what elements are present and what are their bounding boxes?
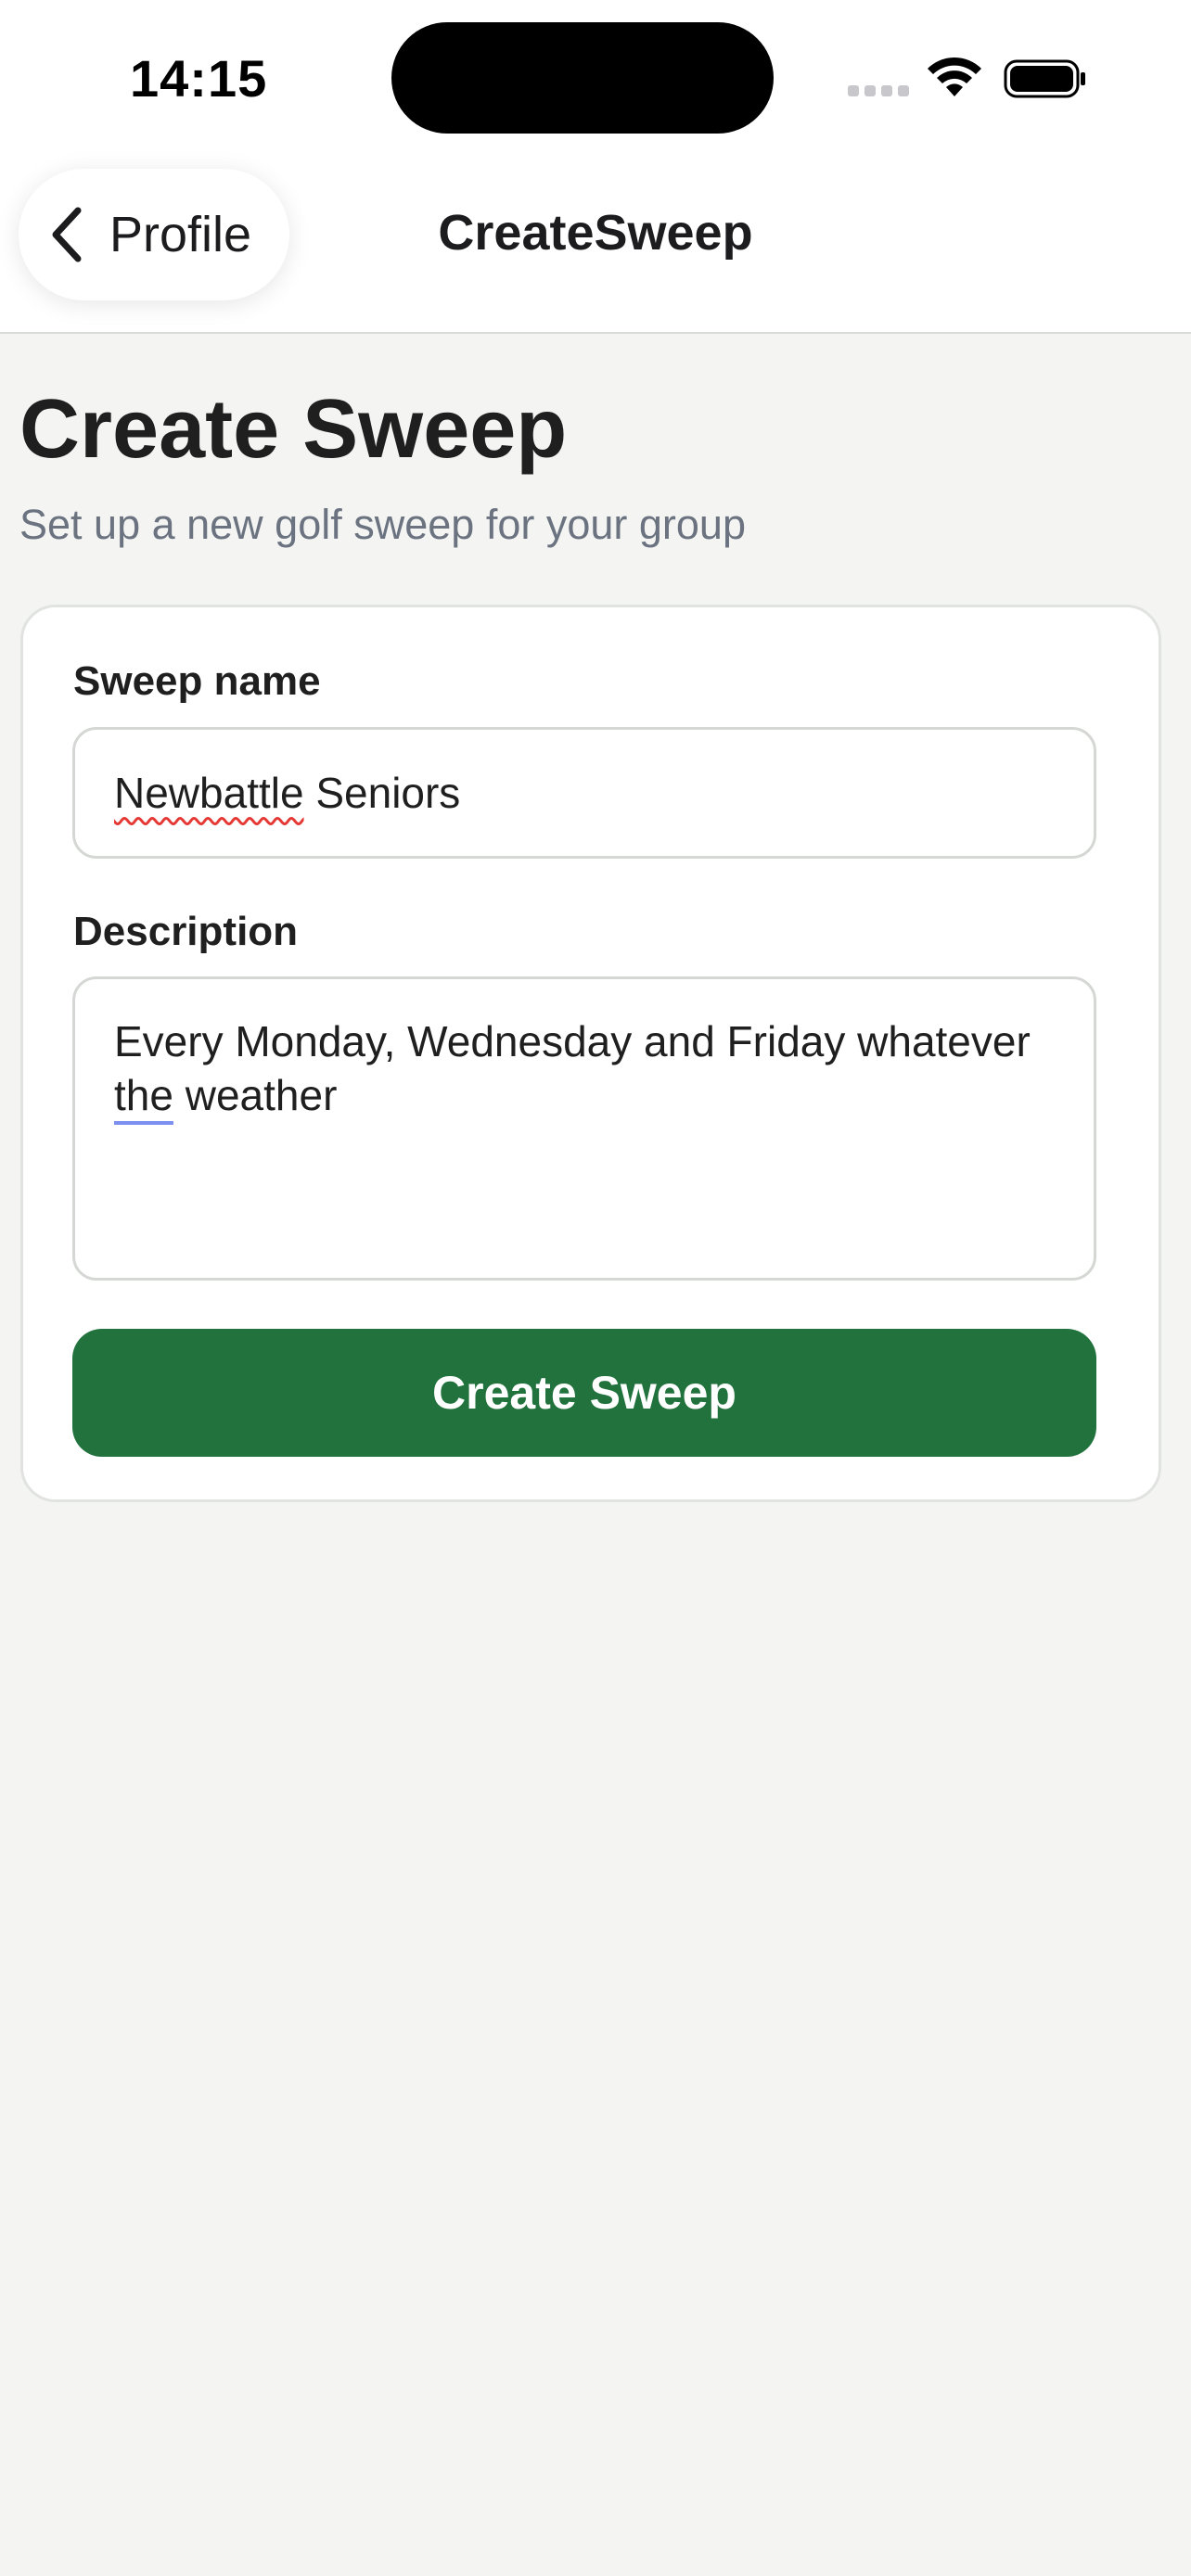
dynamic-island (391, 22, 774, 134)
description-label: Description (73, 909, 299, 954)
back-button[interactable]: Profile (19, 169, 289, 300)
wifi-icon (928, 57, 981, 96)
back-button-label: Profile (109, 207, 252, 262)
page-subtitle: Set up a new golf sweep for your group (19, 501, 746, 548)
signal-icon (848, 85, 909, 96)
create-sweep-button[interactable]: Create Sweep (72, 1329, 1096, 1457)
sweep-name-label: Sweep name (73, 658, 321, 704)
description-rest: weather (173, 1071, 338, 1119)
page-title: Create Sweep (19, 383, 568, 476)
chevron-left-icon (52, 207, 82, 262)
flagged-word: the (114, 1071, 173, 1119)
description-textarea[interactable]: Every Monday, Wednesday and Friday whate… (72, 976, 1096, 1281)
description-line-1: Every Monday, Wednesday and Friday whate… (114, 1017, 1031, 1065)
status-time: 14:15 (130, 49, 268, 108)
navigation-bar: Profile CreateSweep (0, 158, 1191, 334)
status-bar: 14:15 (0, 0, 1191, 158)
name-value-rest: Seniors (303, 769, 461, 817)
battery-icon (1004, 59, 1085, 98)
create-sweep-form: Sweep name Newbattle Seniors Description… (20, 605, 1161, 1502)
sweep-name-input[interactable]: Newbattle Seniors (72, 727, 1096, 859)
misspelled-word: Newbattle (114, 769, 304, 817)
